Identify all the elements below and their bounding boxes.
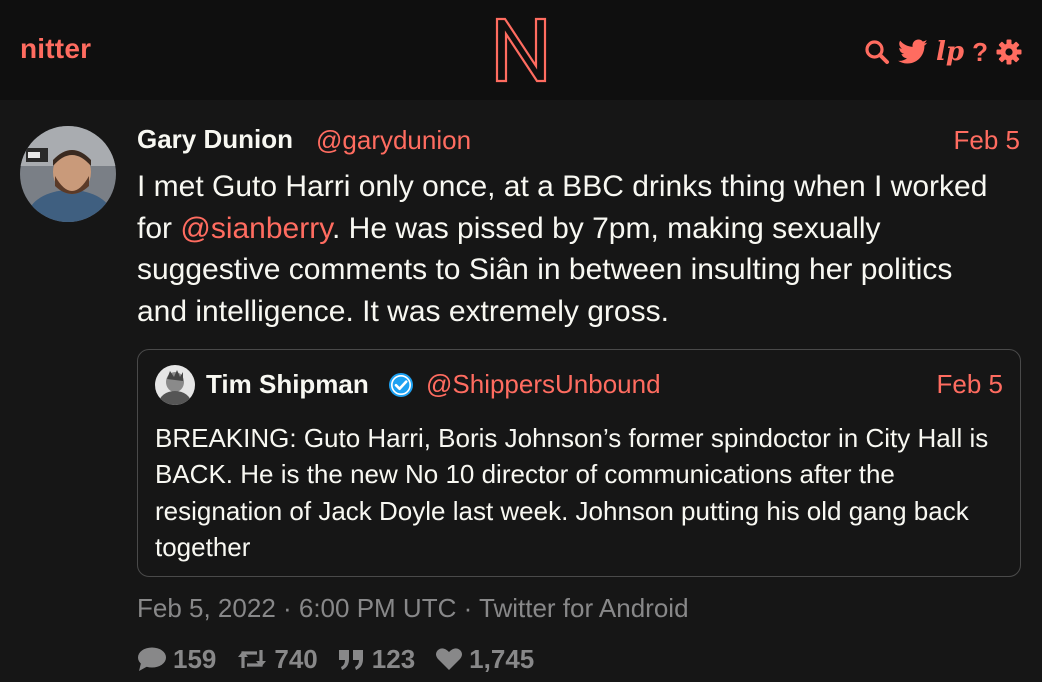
quote-avatar[interactable] [155, 365, 195, 405]
username-link[interactable]: @garydunion [316, 125, 471, 156]
quoted-tweet[interactable]: Tim Shipman @ShippersUnbound Feb 5 BREAK… [137, 349, 1021, 577]
replies-stat[interactable]: 159 [137, 644, 216, 675]
fullname[interactable]: Gary Dunion [137, 124, 293, 155]
lp-icon[interactable]: lp [936, 37, 964, 67]
search-icon[interactable] [864, 37, 890, 67]
gear-icon[interactable] [996, 37, 1022, 67]
tweet-stats: 159 740 123 1,745 [137, 641, 554, 677]
quote-date-link[interactable]: Feb 5 [937, 369, 1004, 400]
verified-badge-icon [389, 373, 413, 397]
quote-icon [338, 650, 363, 670]
retweets-stat[interactable]: 740 [236, 643, 318, 675]
retweets-count: 740 [274, 643, 318, 674]
navbar: nitter lp ? [0, 0, 1042, 100]
heart-icon [436, 648, 463, 670]
avatar[interactable] [20, 126, 116, 222]
quote-username-link[interactable]: @ShippersUnbound [426, 369, 661, 400]
quote-text: BREAKING: Guto Harri, Boris Johnson’s fo… [155, 423, 989, 562]
retweet-icon [238, 650, 267, 668]
quotes-count: 123 [371, 643, 416, 674]
tweet-body: I met Guto Harri only once, at a BBC dri… [137, 166, 997, 332]
tweet-header: Gary Dunion @garydunion Feb 5 [137, 124, 1020, 156]
nav-icons: lp ? [864, 35, 1022, 69]
likes-count: 1,745 [469, 643, 535, 674]
tweet-date-link[interactable]: Feb 5 [954, 125, 1021, 156]
comment-icon [138, 647, 166, 671]
quotes-stat[interactable]: 123 [338, 644, 415, 675]
likes-stat[interactable]: 1,745 [435, 644, 534, 675]
replies-count: 159 [173, 643, 217, 674]
twitter-bird-icon[interactable] [898, 37, 928, 67]
published-info: Feb 5, 2022 · 6:00 PM UTC · Twitter for … [137, 593, 689, 623]
mention-link[interactable]: @sianberry [180, 212, 332, 245]
tweet: Gary Dunion @garydunion Feb 5 I met Guto… [0, 100, 1042, 682]
brand-link[interactable]: nitter [20, 33, 91, 65]
nitter-logo-icon[interactable] [494, 16, 548, 84]
quote-fullname[interactable]: Tim Shipman [206, 369, 369, 400]
help-icon[interactable]: ? [972, 37, 988, 67]
